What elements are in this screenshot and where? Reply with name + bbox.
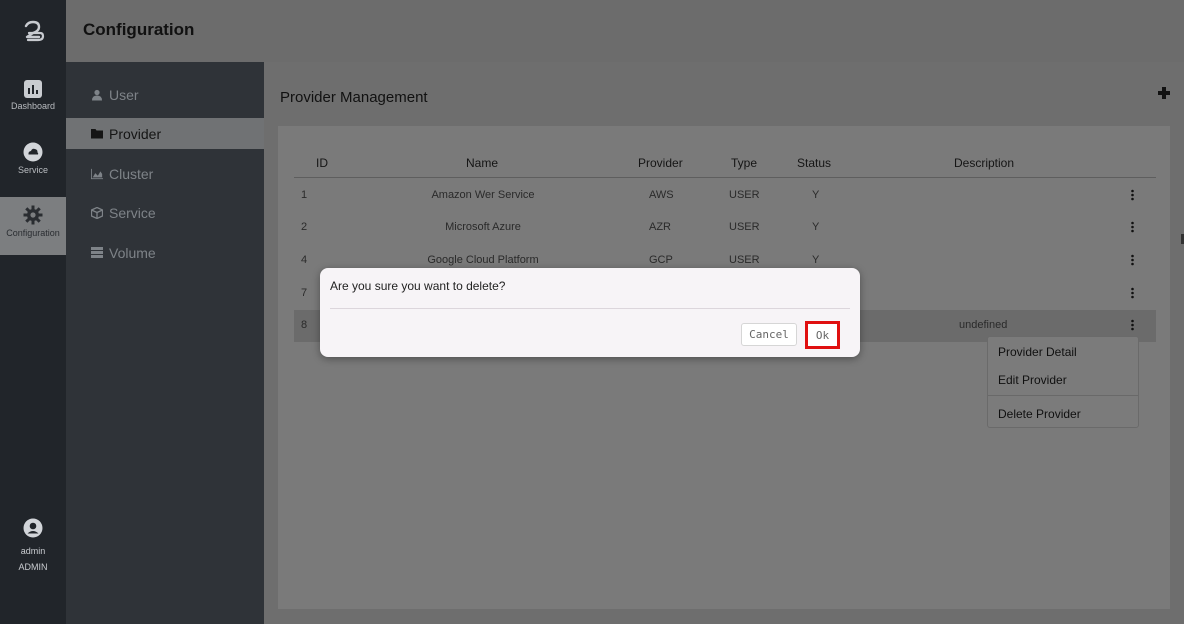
cell-description: undefined bbox=[959, 319, 1008, 331]
rail-item-label: Configuration bbox=[6, 228, 60, 238]
cell-name: Microsoft Azure bbox=[445, 221, 521, 233]
subnav-item-label: Provider bbox=[109, 125, 162, 142]
section-title: Provider Management bbox=[280, 89, 428, 106]
cell-provider: AWS bbox=[649, 189, 674, 201]
subnav-item-label: Cluster bbox=[109, 165, 154, 182]
user-name: admin bbox=[20, 546, 46, 556]
cell-name: Google Cloud Platform bbox=[427, 254, 539, 266]
menu-item-provider-detail[interactable]: Provider Detail bbox=[998, 345, 1077, 359]
subnav-item-label: Service bbox=[109, 204, 156, 221]
cell-type: USER bbox=[729, 254, 760, 266]
config-subnav: User Provider Cluster Service Volume bbox=[66, 62, 264, 624]
column-header-description: Description bbox=[954, 156, 1015, 170]
confirm-delete-dialog: Are you sure you want to delete? Cancel … bbox=[320, 268, 860, 357]
server-icon bbox=[91, 247, 103, 259]
menu-item-delete-provider[interactable]: Delete Provider bbox=[998, 407, 1081, 421]
subnav-item-cluster[interactable]: Cluster bbox=[66, 158, 264, 189]
subnav-item-provider[interactable]: Provider bbox=[66, 118, 264, 149]
cell-status: Y bbox=[812, 221, 820, 233]
folder-icon bbox=[91, 128, 103, 140]
avatar-icon bbox=[23, 518, 43, 538]
rail-item-label: Dashboard bbox=[10, 101, 56, 111]
cell-id: 8 bbox=[301, 319, 308, 331]
user-icon bbox=[91, 89, 103, 101]
menu-item-edit-provider[interactable]: Edit Provider bbox=[998, 373, 1067, 387]
row-menu-icon[interactable] bbox=[1131, 287, 1134, 299]
cell-name: Amazon Wer Service bbox=[431, 189, 535, 201]
rail-item-label: Service bbox=[17, 165, 48, 175]
table-row[interactable]: 2 Microsoft Azure AZR USER Y bbox=[294, 212, 1156, 244]
row-menu-icon[interactable] bbox=[1131, 189, 1134, 201]
cell-status: Y bbox=[812, 189, 820, 201]
rail-item-dashboard[interactable]: Dashboard bbox=[0, 80, 66, 124]
cell-provider: AZR bbox=[649, 221, 671, 233]
table-header: ID Name Provider Type Status Description bbox=[294, 156, 1156, 178]
rail-item-configuration[interactable]: Configuration bbox=[0, 197, 66, 255]
table-row[interactable]: 1 Amazon Wer Service AWS USER Y bbox=[294, 180, 1156, 212]
subnav-item-label: User bbox=[109, 86, 139, 103]
cell-status: Y bbox=[812, 254, 820, 266]
cell-type: USER bbox=[729, 189, 760, 201]
menu-divider bbox=[988, 395, 1138, 396]
user-profile[interactable]: admin ADMIN bbox=[0, 518, 66, 572]
subnav-item-user[interactable]: User bbox=[66, 79, 264, 110]
cell-id: 7 bbox=[301, 287, 308, 299]
gear-icon bbox=[23, 205, 43, 225]
row-menu-icon[interactable] bbox=[1131, 254, 1134, 266]
column-header-type: Type bbox=[731, 156, 758, 170]
row-menu-icon[interactable] bbox=[1131, 221, 1134, 233]
column-header-status: Status bbox=[797, 156, 832, 170]
subnav-item-label: Volume bbox=[109, 244, 156, 261]
cell-type: USER bbox=[729, 221, 760, 233]
add-provider-button[interactable] bbox=[1155, 84, 1173, 102]
page-title: Configuration bbox=[83, 20, 195, 39]
cancel-button[interactable]: Cancel bbox=[741, 323, 797, 346]
logo-icon bbox=[24, 20, 45, 42]
top-header: Configuration bbox=[66, 0, 1184, 62]
cube-icon bbox=[91, 206, 103, 219]
cloud-icon bbox=[23, 142, 43, 162]
app-rail: Dashboard Service Configuration admin AD… bbox=[0, 0, 66, 624]
ok-button-label: Ok bbox=[815, 328, 830, 342]
app-logo[interactable] bbox=[0, 0, 66, 62]
user-role: ADMIN bbox=[18, 562, 48, 572]
row-context-menu: Provider Detail Edit Provider Delete Pro… bbox=[987, 336, 1139, 428]
plus-icon bbox=[1158, 87, 1170, 99]
column-header-provider: Provider bbox=[638, 156, 683, 170]
ok-button[interactable]: Ok bbox=[805, 321, 840, 349]
rail-item-service[interactable]: Service bbox=[0, 142, 66, 186]
dashboard-icon bbox=[24, 80, 42, 98]
area-chart-icon bbox=[91, 168, 103, 180]
row-menu-icon[interactable] bbox=[1131, 319, 1134, 331]
column-header-id: ID bbox=[316, 156, 328, 170]
subnav-item-service[interactable]: Service bbox=[66, 197, 264, 228]
subnav-item-volume[interactable]: Volume bbox=[66, 237, 264, 268]
column-header-name: Name bbox=[466, 156, 499, 170]
cell-provider: GCP bbox=[649, 254, 673, 266]
dialog-message: Are you sure you want to delete? bbox=[330, 279, 506, 293]
dialog-divider bbox=[330, 308, 850, 309]
